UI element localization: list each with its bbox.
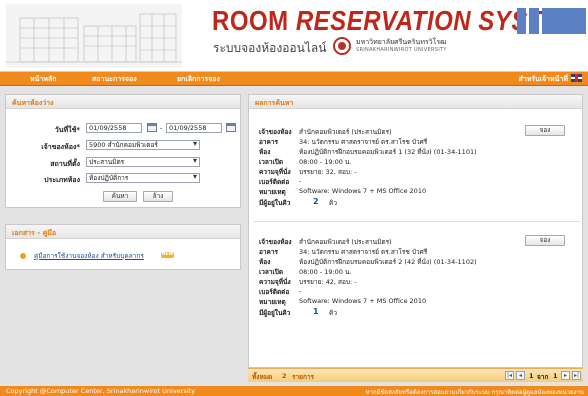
english-flag-icon[interactable] <box>571 74 582 82</box>
search-button[interactable]: ค้นหา <box>103 191 137 202</box>
prev-page-icon[interactable]: ◂ <box>516 371 525 380</box>
nav-cancel-reservation[interactable]: ยกเลิกการจอง <box>177 74 220 85</box>
header-decor-block <box>529 8 539 34</box>
university-name: มหาวิทยาลัยศรีนครินทรวิโรฒ SRINAKHARINWI… <box>356 38 447 54</box>
result-hours-label: เวลาเปิด <box>259 268 284 276</box>
result-phone-label: เบอร์ติดต่อ <box>259 178 290 186</box>
date-from-input[interactable]: 01/09/2558 <box>86 123 142 133</box>
date-range-separator: - <box>160 124 163 132</box>
results-panel-title: ผลการค้นหา <box>249 95 582 109</box>
result-room-value: ห้องปฏิบัติการฝึกอบรมคอมพิวเตอร์ 1 (32 ท… <box>299 148 477 156</box>
first-page-icon[interactable]: |◂ <box>505 371 514 380</box>
documents-panel-title: เอกสาร - คู่มือ <box>6 225 240 239</box>
owner-label: เจ้าของห้อง* <box>41 143 80 151</box>
building-sketch-logo <box>6 4 182 68</box>
app-subtitle: ระบบจองห้องออนไลน์ <box>213 41 327 55</box>
result-phone-label: เบอร์ติดต่อ <box>259 288 290 296</box>
result-room-label: ห้อง <box>259 258 271 266</box>
room-type-select[interactable]: ห้องปฏิบัติการ <box>86 173 200 183</box>
calendar-to-icon[interactable] <box>226 123 236 132</box>
results-summary-bar: ทั้งหมด 2 รายการ |◂ ◂ 1 จาก 1 ▸ ▸| <box>248 368 583 382</box>
user-manual-link[interactable]: คู่มือการใช้งานจองห้อง สำหรับบุคลากร <box>34 251 144 261</box>
result-building-label: อาคาร <box>259 138 279 146</box>
nav-reservation-status[interactable]: สถานะการจอง <box>92 74 137 85</box>
nav-home[interactable]: หน้าหลัก <box>30 74 56 85</box>
result-room-value: ห้องปฏิบัติการฝึกอบรมคอมพิวเตอร์ 2 (42 ท… <box>299 258 477 266</box>
result-owner-label: เจ้าของห้อง <box>259 238 292 246</box>
result-queue-count: 1 <box>313 307 319 316</box>
current-page: 1 <box>529 372 534 380</box>
top-navbar: หน้าหลัก สถานะการจอง ยกเลิกการจอง สำหรับ… <box>0 72 588 86</box>
result-phone-value: - <box>299 287 302 295</box>
date-to-input[interactable]: 01/09/2558 <box>166 123 222 133</box>
reserve-button[interactable]: จอง <box>525 235 565 246</box>
search-panel-title: ค้นหาห้องว่าง <box>6 95 240 109</box>
result-queue-label: มีผู้อยู่ในคิว <box>259 309 291 317</box>
reserve-button[interactable]: จอง <box>525 125 565 136</box>
bullet-icon <box>20 253 26 259</box>
result-owner-label: เจ้าของห้อง <box>259 128 292 136</box>
result-hours-label: เวลาเปิด <box>259 158 284 166</box>
search-panel: ค้นหาห้องว่าง วันที่ใช้* 01/09/2558 - 01… <box>5 94 241 208</box>
results-panel: ผลการค้นหา เจ้าของห้อง สำนักคอมพิวเตอร์ … <box>248 94 583 368</box>
total-count: 2 <box>282 372 287 380</box>
copyright-text: Copyright @Computer Center, Srinakharinw… <box>6 387 195 395</box>
next-page-icon[interactable]: ▸ <box>561 371 570 380</box>
result-divider <box>254 221 580 222</box>
last-page-icon[interactable]: ▸| <box>572 371 581 380</box>
result-capacity-value: บรรยาย: 32, สอบ: - <box>299 168 357 176</box>
room-type-label: ประเภทห้อง <box>44 176 80 184</box>
result-capacity-label: ความจุที่นั่ง <box>259 168 291 176</box>
result-room-label: ห้อง <box>259 148 271 156</box>
result-owner-value: สำนักคอมพิวเตอร์ (ประสานมิตร) <box>299 238 392 246</box>
page-header: ROOM RESERVATION SYSTEM ระบบจองห้องออนไล… <box>0 0 588 72</box>
result-queue-label: มีผู้อยู่ในคิว <box>259 199 291 207</box>
calendar-from-icon[interactable] <box>147 123 157 132</box>
university-name-en: SRINAKHARINWIROT UNIVERSITY <box>356 47 447 53</box>
contact-notice: หากมีข้อสงสัยหรือต้องการสอบถามเกี่ยวกับร… <box>365 389 584 396</box>
result-note-value: Software: Windows 7 + MS Office 2010 <box>299 297 427 305</box>
result-note-label: หมายเหตุ <box>259 188 286 196</box>
result-queue-count: 2 <box>313 197 319 206</box>
result-capacity-value: บรรยาย: 42, สอบ: - <box>299 278 357 286</box>
total-unit: รายการ <box>292 373 315 381</box>
total-label: ทั้งหมด <box>252 373 273 381</box>
university-seal-icon <box>333 37 351 55</box>
result-building-value: 34: นวัตกรรม ศาสตราจารย์ ดร.สาโรช บัวศรี <box>299 248 428 256</box>
date-label: วันที่ใช้* <box>54 126 80 134</box>
result-building-label: อาคาร <box>259 248 279 256</box>
owner-select[interactable]: 5900 สำนักคอมพิวเตอร์ <box>86 140 200 150</box>
page-footer: Copyright @Computer Center, Srinakharinw… <box>0 386 588 396</box>
result-building-value: 34: นวัตกรรม ศาสตราจารย์ ดร.สาโรช บัวศรี <box>299 138 428 146</box>
new-badge: NEW <box>161 252 174 258</box>
nav-staff-link[interactable]: สำหรับเจ้าหน้าที่ <box>519 74 568 85</box>
result-phone-value: - <box>299 177 302 185</box>
result-queue-unit: คิว <box>329 309 337 317</box>
app-title-part1: ROOM <box>212 6 289 38</box>
location-label: สถานที่ตั้ง <box>50 160 80 168</box>
documents-panel: เอกสาร - คู่มือ คู่มือการใช้งานจองห้อง ส… <box>5 224 241 270</box>
location-select[interactable]: ประสานมิตร <box>86 157 200 167</box>
header-decor-block <box>517 8 526 34</box>
total-pages: 1 <box>553 372 558 380</box>
result-hours-value: 08:00 - 19:00 น. <box>299 158 352 166</box>
result-note-value: Software: Windows 7 + MS Office 2010 <box>299 187 427 195</box>
result-hours-value: 08:00 - 19:00 น. <box>299 268 352 276</box>
university-name-th: มหาวิทยาลัยศรีนครินทรวิโรฒ <box>356 38 447 46</box>
result-queue-unit: คิว <box>329 199 337 207</box>
result-owner-value: สำนักคอมพิวเตอร์ (ประสานมิตร) <box>299 128 392 136</box>
result-note-label: หมายเหตุ <box>259 298 286 306</box>
page-of-label: จาก <box>537 373 549 381</box>
clear-button[interactable]: ล้าง <box>143 191 173 202</box>
result-capacity-label: ความจุที่นั่ง <box>259 278 291 286</box>
header-decor-block <box>542 8 586 34</box>
